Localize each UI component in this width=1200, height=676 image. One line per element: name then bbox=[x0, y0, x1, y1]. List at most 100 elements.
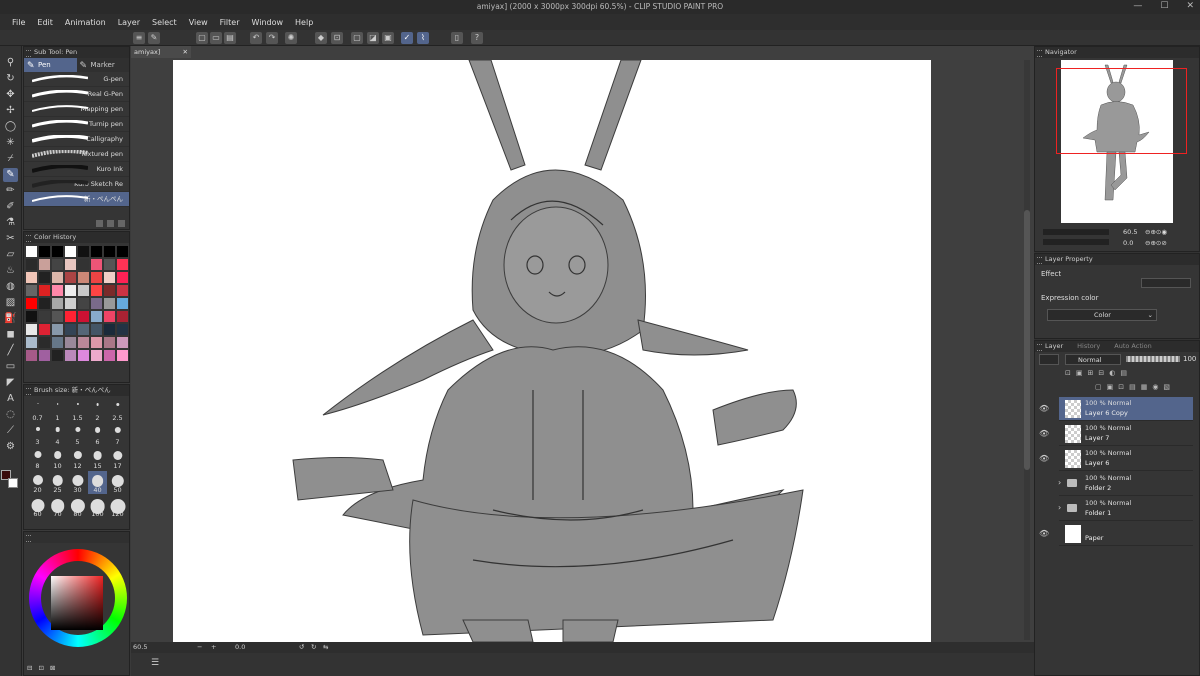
brush-size-option[interactable]: 50 bbox=[108, 471, 127, 494]
menu-view[interactable]: View bbox=[183, 18, 214, 27]
color-history-swatch[interactable] bbox=[26, 311, 37, 322]
color-history-swatch[interactable] bbox=[104, 246, 115, 257]
color-history-swatch[interactable] bbox=[91, 246, 102, 257]
color-history-swatch[interactable] bbox=[26, 337, 37, 348]
color-history-swatch[interactable] bbox=[39, 337, 50, 348]
folder-expand-icon[interactable]: › bbox=[1058, 503, 1061, 512]
color-history-swatch[interactable] bbox=[117, 246, 128, 257]
save-icon[interactable]: ▤ bbox=[224, 32, 236, 44]
layer-row[interactable]: 👁 Paper bbox=[1039, 522, 1193, 546]
phone-icon[interactable]: ▯ bbox=[451, 32, 463, 44]
color-history-swatch[interactable] bbox=[39, 350, 50, 361]
color-history-swatch[interactable] bbox=[104, 298, 115, 309]
rotate-icon[interactable]: ↻ bbox=[3, 72, 18, 86]
color-history-swatch[interactable] bbox=[78, 246, 89, 257]
color-history-swatch[interactable] bbox=[52, 259, 63, 270]
color-history-swatch[interactable] bbox=[65, 311, 76, 322]
color-history-swatch[interactable] bbox=[52, 311, 63, 322]
color-history-swatch[interactable] bbox=[78, 311, 89, 322]
menu-filter[interactable]: Filter bbox=[214, 18, 246, 27]
brush-item[interactable]: Turnip pen bbox=[24, 117, 129, 132]
navigator-view-frame[interactable] bbox=[1056, 68, 1187, 154]
color-history-swatch[interactable] bbox=[117, 298, 128, 309]
color-history-swatch[interactable] bbox=[78, 298, 89, 309]
navigator-angle-slider[interactable] bbox=[1043, 239, 1109, 245]
airbrush-icon[interactable]: ⚗ bbox=[3, 216, 18, 230]
visibility-eye-icon[interactable]: 👁 bbox=[1039, 529, 1049, 538]
layer-row[interactable]: 👁 100 % Normal Layer 6 bbox=[1039, 447, 1193, 471]
color-history-swatch[interactable] bbox=[26, 272, 37, 283]
tab-history[interactable]: History bbox=[1077, 341, 1100, 352]
hsv-icon[interactable]: ⊡ bbox=[38, 664, 43, 672]
blend-icon[interactable]: ♨ bbox=[3, 264, 18, 278]
open-file-icon[interactable]: ▭ bbox=[210, 32, 222, 44]
color-history-swatch[interactable] bbox=[91, 285, 102, 296]
fill-icon[interactable]: ◆ bbox=[315, 32, 327, 44]
color-history-swatch[interactable] bbox=[78, 285, 89, 296]
brush-size-option[interactable]: 60 bbox=[28, 495, 47, 518]
color-history-swatch[interactable] bbox=[91, 298, 102, 309]
lasso-icon[interactable]: ◯ bbox=[3, 120, 18, 134]
decoration-icon[interactable]: ✂ bbox=[3, 232, 18, 246]
rotate-right-icon[interactable]: ↻ bbox=[311, 642, 316, 653]
color-mode-icon[interactable]: ⊟ bbox=[27, 664, 32, 672]
color-history-swatch[interactable] bbox=[78, 350, 89, 361]
brush-size-option[interactable]: 4 bbox=[48, 423, 67, 446]
drawing-canvas[interactable] bbox=[173, 60, 931, 642]
brush-size-option[interactable]: 3 bbox=[28, 423, 47, 446]
minimize-button[interactable]: — bbox=[1133, 1, 1142, 11]
magic-wand-icon[interactable]: ✳ bbox=[3, 136, 18, 150]
color-history-swatch[interactable] bbox=[26, 298, 37, 309]
blend-mode-select[interactable]: Normal bbox=[1065, 354, 1121, 365]
text-icon[interactable]: A bbox=[3, 392, 18, 406]
subtool-delete-icon[interactable] bbox=[118, 220, 125, 227]
color-history-swatch[interactable] bbox=[104, 337, 115, 348]
color-history-swatch[interactable] bbox=[117, 337, 128, 348]
brush-size-option[interactable]: 7 bbox=[108, 423, 127, 446]
brush-item[interactable]: Real G-Pen bbox=[24, 87, 129, 102]
subtool-settings-icon[interactable] bbox=[96, 220, 103, 227]
color-history-swatch[interactable] bbox=[52, 285, 63, 296]
color-history-swatch[interactable] bbox=[65, 350, 76, 361]
tab-layer[interactable]: Layer bbox=[1045, 341, 1063, 352]
eyedropper-icon[interactable]: ⌿ bbox=[3, 152, 18, 166]
menu-animation[interactable]: Animation bbox=[59, 18, 112, 27]
tab-pen[interactable]: ✎ Pen bbox=[24, 58, 77, 72]
expression-color-select[interactable]: Color ⌄ bbox=[1047, 309, 1157, 321]
brush-size-option[interactable]: 100 bbox=[88, 495, 107, 518]
color-history-swatch[interactable] bbox=[65, 259, 76, 270]
brush-size-option[interactable]: 12 bbox=[68, 447, 87, 470]
saturation-value-square[interactable] bbox=[51, 576, 103, 630]
brush-item[interactable]: Calligraphy bbox=[24, 132, 129, 147]
brush-item[interactable]: G-pen bbox=[24, 72, 129, 87]
brush-size-option[interactable]: 120 bbox=[108, 495, 127, 518]
correct-line-icon[interactable]: ⟋ bbox=[3, 424, 18, 438]
brush-size-option[interactable]: 1.5 bbox=[68, 399, 87, 422]
balloon-icon[interactable]: ◌ bbox=[3, 408, 18, 422]
color-history-swatch[interactable] bbox=[117, 324, 128, 335]
color-history-swatch[interactable] bbox=[26, 285, 37, 296]
transform-icon[interactable]: ⊡ bbox=[331, 32, 343, 44]
color-history-swatch[interactable] bbox=[78, 337, 89, 348]
brush-size-option[interactable]: 8 bbox=[28, 447, 47, 470]
color-history-swatch[interactable] bbox=[91, 272, 102, 283]
navigator-zoom-buttons-icon[interactable]: ⊖⊕⊙◉ bbox=[1145, 228, 1167, 236]
color-history-swatch[interactable] bbox=[104, 272, 115, 283]
brush-item[interactable]: Kuro Sketch Re bbox=[24, 177, 129, 192]
menu-file[interactable]: File bbox=[6, 18, 31, 27]
layer-row[interactable]: › 100 % Normal Folder 1 bbox=[1058, 497, 1193, 521]
color-history-swatch[interactable] bbox=[39, 246, 50, 257]
brush-size-option[interactable]: 80 bbox=[68, 495, 87, 518]
color-history-swatch[interactable] bbox=[91, 259, 102, 270]
new-file-icon[interactable]: ▢ bbox=[196, 32, 208, 44]
move-icon[interactable]: ✢ bbox=[3, 104, 18, 118]
layer-row[interactable]: 👁 100 % Normal Layer 6 Copy bbox=[1039, 397, 1193, 421]
brush-item[interactable]: Kuro Ink bbox=[24, 162, 129, 177]
flip-icon[interactable]: ⇆ bbox=[323, 642, 328, 653]
opacity-slider[interactable] bbox=[1126, 356, 1180, 362]
brush-size-option[interactable]: 2.5 bbox=[108, 399, 127, 422]
opacity-value[interactable]: 100 bbox=[1183, 355, 1196, 363]
brush-item[interactable]: Mapping pen bbox=[24, 102, 129, 117]
clear-icon[interactable]: ▣ bbox=[382, 32, 394, 44]
close-tab-icon[interactable]: ✕ bbox=[183, 46, 188, 58]
